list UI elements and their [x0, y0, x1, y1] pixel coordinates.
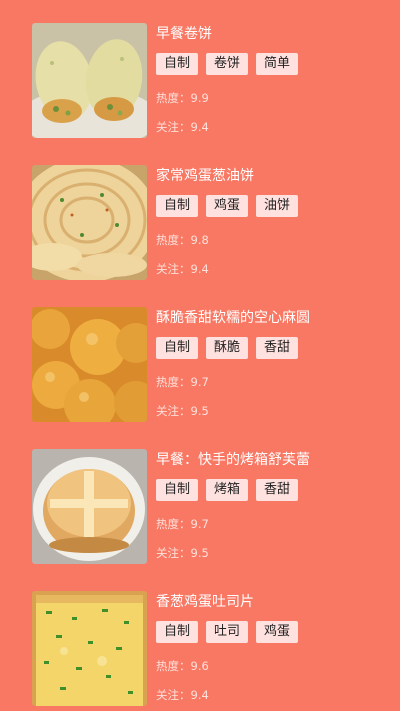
scallion-pancake-image: [32, 165, 147, 280]
heat-score: 热度：9.7: [156, 517, 209, 531]
egg-toast-image: [32, 591, 147, 706]
follow-score: 关注：9.4: [156, 262, 209, 276]
recipe-card[interactable]: 香葱鸡蛋吐司片 自制 吐司 鸡蛋 热度：9.6 关注：9.4: [0, 568, 400, 710]
recipe-tag[interactable]: 鸡蛋: [256, 621, 299, 643]
recipe-thumbnail[interactable]: [32, 165, 147, 280]
recipe-tag[interactable]: 烤箱: [206, 479, 249, 501]
recipe-thumbnail[interactable]: [32, 23, 147, 138]
heat-score: 热度：9.7: [156, 375, 209, 389]
recipe-tag[interactable]: 简单: [256, 53, 299, 75]
recipe-tag[interactable]: 吐司: [206, 621, 249, 643]
recipe-card[interactable]: 家常鸡蛋葱油饼 自制 鸡蛋 油饼 热度：9.8 关注：9.4: [0, 142, 400, 284]
follow-score: 关注：9.4: [156, 120, 209, 134]
recipe-tag[interactable]: 鸡蛋: [206, 195, 249, 217]
recipe-card[interactable]: 早餐：快手的烤箱舒芙蕾 自制 烤箱 香甜 热度：9.7 关注：9.5: [0, 426, 400, 568]
recipe-title[interactable]: 香葱鸡蛋吐司片: [156, 592, 254, 612]
recipe-thumbnail[interactable]: [32, 591, 147, 706]
recipe-thumbnail[interactable]: [32, 307, 147, 422]
follow-score: 关注：9.4: [156, 688, 209, 702]
recipe-tags: 自制 酥脆 香甜: [156, 337, 299, 359]
recipe-title[interactable]: 早餐：快手的烤箱舒芙蕾: [156, 450, 310, 470]
heat-score: 热度：9.8: [156, 233, 209, 247]
recipe-tag[interactable]: 油饼: [256, 195, 299, 217]
heat-score: 热度：9.6: [156, 659, 209, 673]
sesame-balls-image: [32, 307, 147, 422]
recipe-tag[interactable]: 自制: [156, 621, 199, 643]
follow-score: 关注：9.5: [156, 546, 209, 560]
recipe-tag[interactable]: 香甜: [256, 337, 299, 359]
recipe-card[interactable]: 早餐卷饼 自制 卷饼 简单 热度：9.9 关注：9.4: [0, 0, 400, 142]
follow-score: 关注：9.5: [156, 404, 209, 418]
recipe-tags: 自制 卷饼 简单: [156, 53, 299, 75]
recipe-tag[interactable]: 自制: [156, 337, 199, 359]
recipe-tag[interactable]: 酥脆: [206, 337, 249, 359]
recipe-tag[interactable]: 自制: [156, 479, 199, 501]
recipe-tag[interactable]: 香甜: [256, 479, 299, 501]
heat-score: 热度：9.9: [156, 91, 209, 105]
recipe-tags: 自制 烤箱 香甜: [156, 479, 299, 501]
souffle-bun-image: [32, 449, 147, 564]
recipe-tag[interactable]: 自制: [156, 195, 199, 217]
recipe-tag[interactable]: 卷饼: [206, 53, 249, 75]
recipe-title[interactable]: 早餐卷饼: [156, 24, 212, 44]
recipe-title[interactable]: 家常鸡蛋葱油饼: [156, 166, 254, 186]
breakfast-wrap-image: [32, 23, 147, 138]
recipe-card[interactable]: 酥脆香甜软糯的空心麻圆 自制 酥脆 香甜 热度：9.7 关注：9.5: [0, 284, 400, 426]
recipe-title[interactable]: 酥脆香甜软糯的空心麻圆: [156, 308, 310, 328]
recipe-tags: 自制 鸡蛋 油饼: [156, 195, 299, 217]
recipe-thumbnail[interactable]: [32, 449, 147, 564]
recipe-tags: 自制 吐司 鸡蛋: [156, 621, 299, 643]
recipe-tag[interactable]: 自制: [156, 53, 199, 75]
